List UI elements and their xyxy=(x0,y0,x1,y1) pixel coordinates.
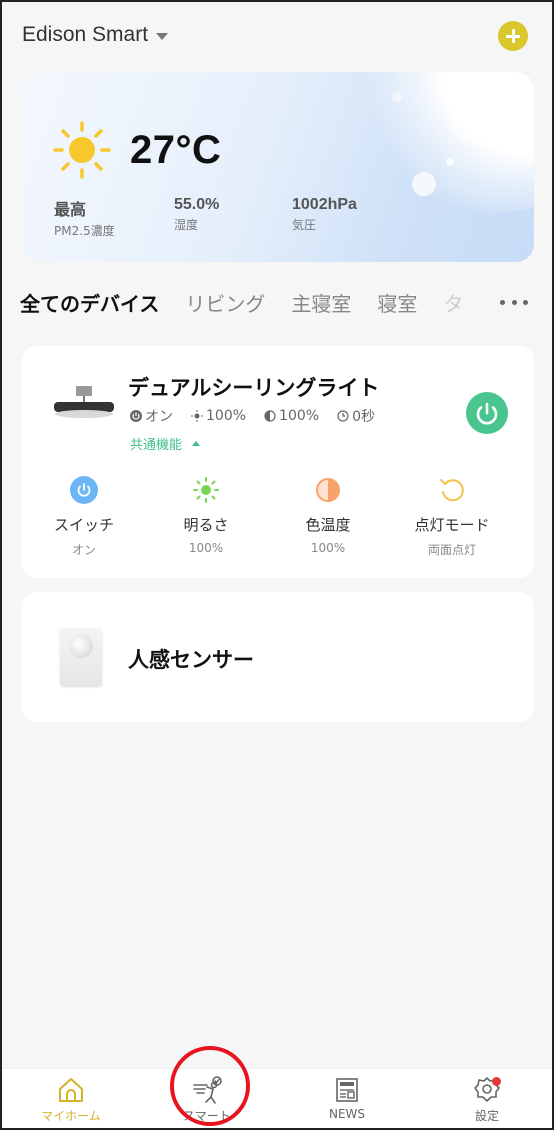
stat-value: 55.0% xyxy=(174,196,220,213)
feature-value: 100% xyxy=(188,541,224,555)
room-tabs: 全てのデバイス リビング 主寝室 寝室 タ xyxy=(20,286,540,318)
sun-icon xyxy=(53,121,111,179)
feature-switch[interactable]: スイッチ オン xyxy=(24,476,144,558)
feature-name: スイッチ xyxy=(53,516,114,534)
nav-smart[interactable]: スマート xyxy=(152,1075,262,1124)
brightness-icon xyxy=(193,477,219,503)
home-icon xyxy=(59,1078,83,1102)
feature-name: 点灯モード xyxy=(414,516,490,534)
stat-label: PM2.5濃度 xyxy=(54,224,115,238)
tab-partial[interactable]: タ xyxy=(443,288,463,317)
home-name: Edison Smart xyxy=(22,23,149,46)
stat-pm25: 最高 PM2.5濃度 xyxy=(54,196,115,239)
add-device-button[interactable] xyxy=(498,21,528,51)
color-temp-icon xyxy=(316,478,340,502)
common-functions-label: 共通機能 xyxy=(130,438,183,453)
more-icon[interactable] xyxy=(500,300,528,306)
brightness-small-icon xyxy=(191,410,203,422)
status-timer-text: 0秒 xyxy=(352,409,375,425)
feature-name: 色温度 xyxy=(305,516,351,534)
home-selector[interactable]: Edison Smart xyxy=(22,23,169,47)
device-name: 人感センサー xyxy=(128,648,254,672)
weather-card[interactable]: 27°C 最高 PM2.5濃度 55.0% 湿度 1002hPa 気圧 xyxy=(22,72,534,262)
device-card-motion-sensor[interactable]: 人感センサー xyxy=(22,592,534,722)
ceiling-light-icon xyxy=(54,386,114,418)
nav-settings[interactable]: 設定 xyxy=(432,1075,542,1124)
smart-scene-icon xyxy=(193,1076,222,1104)
caret-down-icon xyxy=(156,32,169,40)
contrast-small-icon xyxy=(264,410,276,422)
bubble-decoration xyxy=(412,172,436,196)
feature-name: 明るさ xyxy=(183,516,229,534)
news-icon xyxy=(336,1078,358,1102)
stat-pressure: 1002hPa 気圧 xyxy=(292,196,357,233)
status-brightness: 100% xyxy=(191,408,246,424)
feature-brightness[interactable]: 明るさ 100% xyxy=(146,476,266,555)
nav-my-home[interactable]: マイホーム xyxy=(16,1075,126,1124)
app-screen: Edison Smart 27°C 最高 PM2.5濃度 55.0% 湿度 10… xyxy=(0,0,554,1130)
feature-value: 両面点灯 xyxy=(427,543,476,557)
caret-up-icon xyxy=(192,441,201,446)
stat-label: 湿度 xyxy=(174,218,199,232)
stat-value: 1002hPa xyxy=(292,196,357,213)
tab-all-devices[interactable]: 全てのデバイス xyxy=(20,288,159,317)
lighting-mode-icon xyxy=(440,479,464,502)
device-card-ceiling-light[interactable]: デュアルシーリングライト オン 100% 100% 0秒 共通機能 スイッチ オ… xyxy=(22,346,534,578)
power-icon xyxy=(476,402,498,425)
nav-news[interactable]: NEWS xyxy=(292,1075,402,1121)
feature-value: 100% xyxy=(310,541,346,555)
stat-label: 気圧 xyxy=(292,218,317,232)
temperature: 27°C xyxy=(130,128,222,172)
power-small-icon xyxy=(130,410,142,422)
sun-glow-decoration xyxy=(358,72,534,212)
status-color-temp-text: 100% xyxy=(279,408,320,424)
common-functions-toggle[interactable]: 共通機能 xyxy=(130,434,201,453)
tab-living[interactable]: リビング xyxy=(185,288,265,317)
device-name: デュアルシーリングライト xyxy=(128,376,380,400)
status-color-temp: 100% xyxy=(264,408,319,424)
stat-value: 最高 xyxy=(54,202,87,219)
feature-color-temperature[interactable]: 色温度 100% xyxy=(268,476,388,555)
tab-bedroom[interactable]: 寝室 xyxy=(377,288,417,317)
status-power-text: オン xyxy=(145,409,173,425)
bottom-navigation: マイホーム スマート NEWS 設定 xyxy=(2,1068,552,1128)
motion-sensor-icon xyxy=(60,628,102,686)
nav-label: スマート xyxy=(183,1109,231,1123)
feature-value: オン xyxy=(71,543,96,557)
status-timer: 0秒 xyxy=(337,406,375,426)
feature-lighting-mode[interactable]: 点灯モード 両面点灯 xyxy=(392,476,512,558)
nav-label: 設定 xyxy=(474,1109,499,1123)
bubble-decoration xyxy=(446,158,454,166)
tab-master-bedroom[interactable]: 主寝室 xyxy=(291,288,351,317)
power-toggle-button[interactable] xyxy=(466,392,508,434)
top-bar: Edison Smart xyxy=(2,2,552,68)
status-power: オン xyxy=(130,406,173,426)
device-status-row: オン 100% 100% 0秒 xyxy=(130,406,375,426)
nav-label: NEWS xyxy=(328,1107,366,1121)
power-icon xyxy=(70,476,98,504)
notification-dot xyxy=(492,1077,501,1086)
stat-humidity: 55.0% 湿度 xyxy=(174,196,219,233)
bubble-decoration xyxy=(392,92,402,102)
clock-small-icon xyxy=(337,410,349,422)
nav-label: マイホーム xyxy=(41,1109,101,1123)
status-brightness-text: 100% xyxy=(206,408,247,424)
